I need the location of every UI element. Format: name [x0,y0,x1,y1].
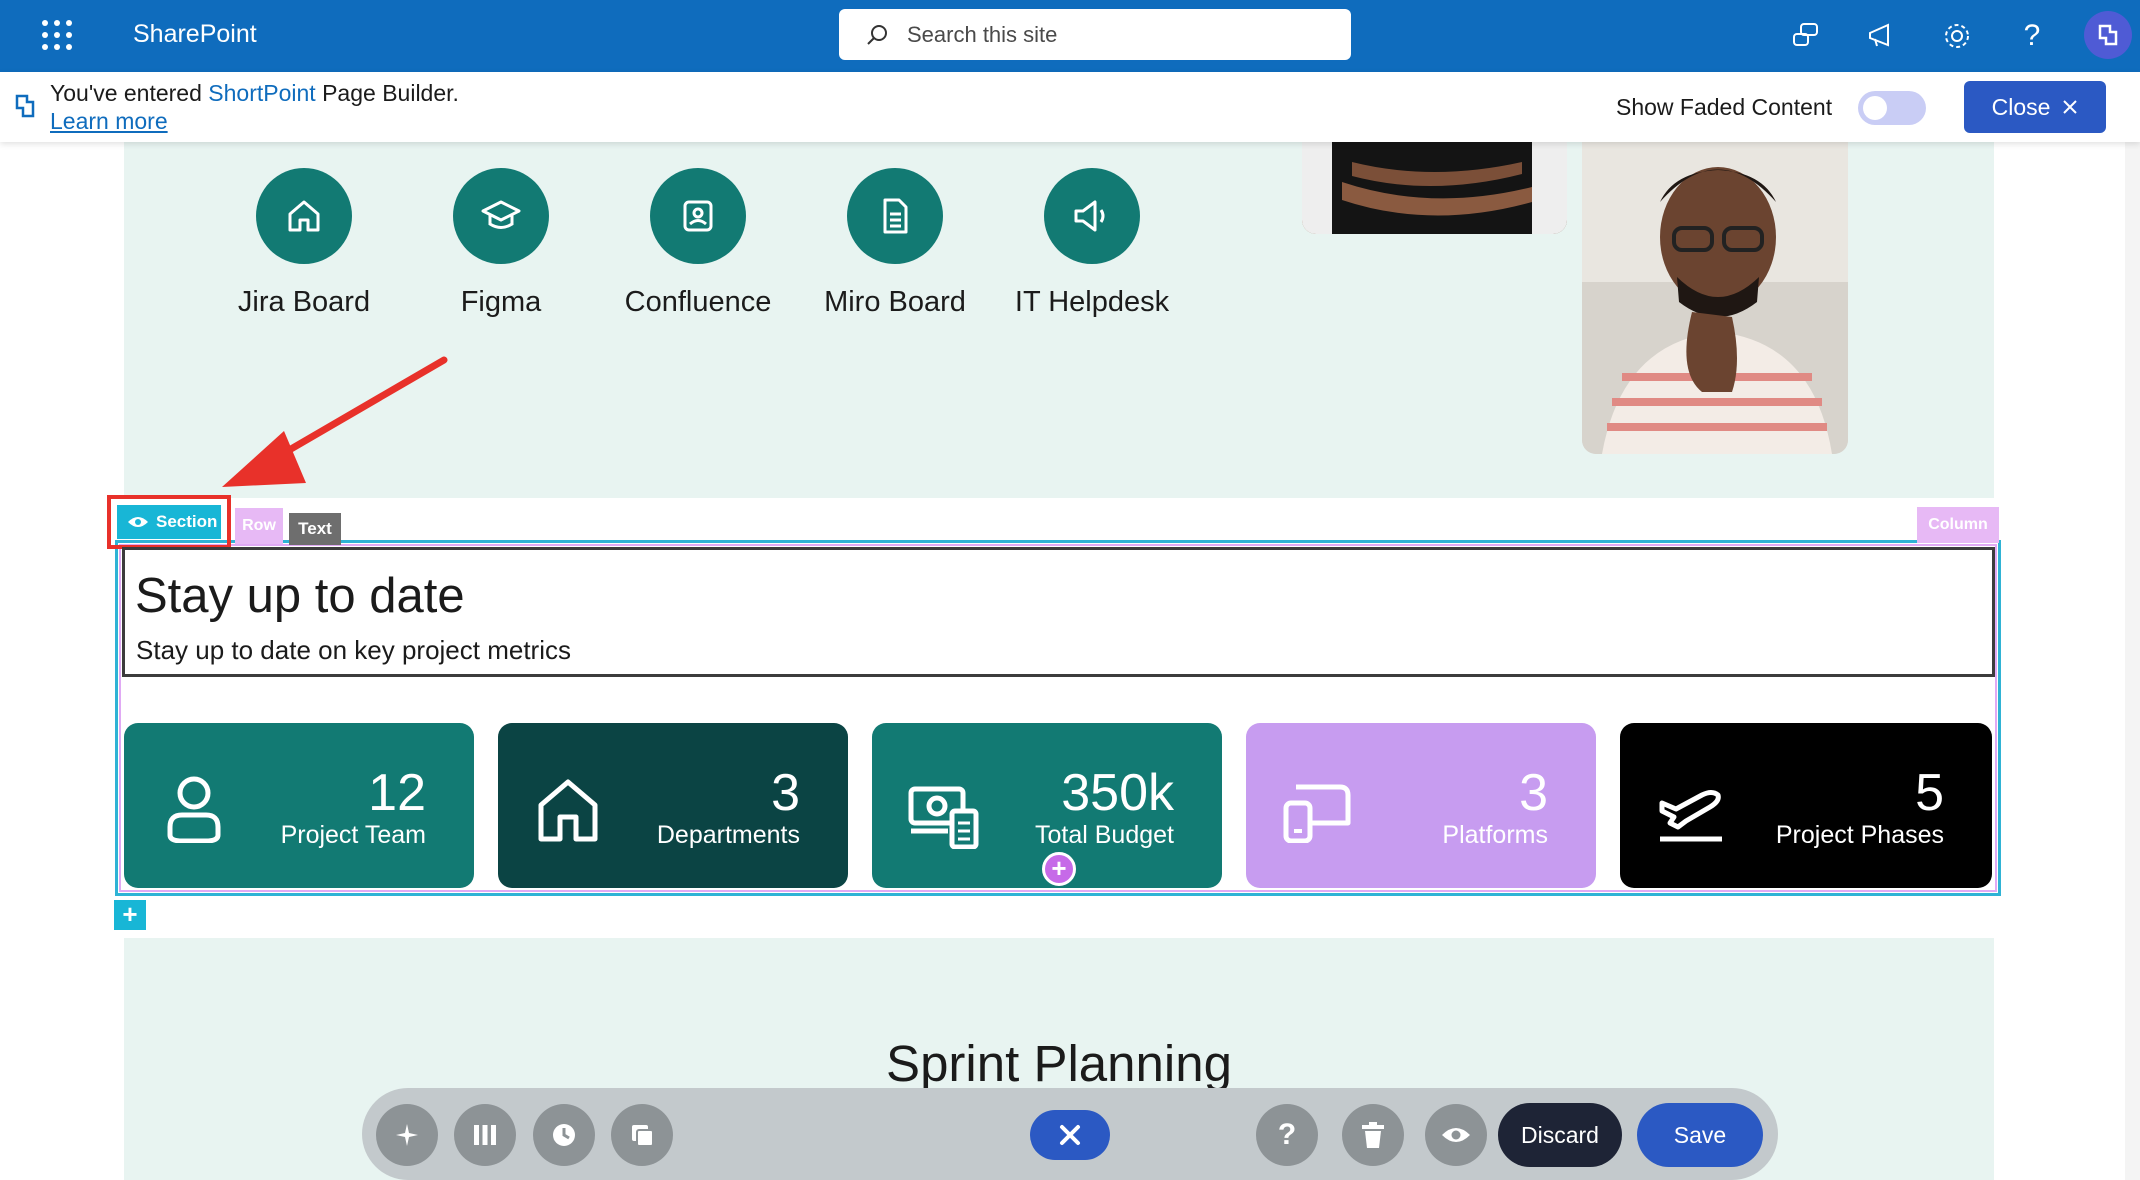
close-icon [1060,1125,1080,1145]
section-subtext: Stay up to date on key project metrics [136,635,571,665]
quick-link-miro[interactable]: Miro Board [800,168,990,319]
section-heading: Stay up to date [135,569,465,623]
quick-link-confluence[interactable]: Confluence [603,168,793,319]
close-icon [2063,100,2078,114]
exit-builder-button[interactable] [1030,1110,1110,1160]
megaphone-icon [1074,200,1105,232]
copy-icon [632,1125,654,1147]
money-calculator-icon [908,786,979,849]
app-launcher-icon[interactable] [42,20,72,50]
save-button[interactable]: Save [1637,1103,1763,1167]
document-icon [883,198,908,234]
question-icon: ? [1277,1118,1297,1151]
text-element[interactable]: Stay up to date Stay up to date on key p… [122,547,1995,677]
discard-button[interactable]: Discard [1498,1103,1622,1167]
stat-tile-project-team[interactable]: 12 Project Team [124,723,474,888]
settings-gear-icon[interactable] [1939,18,1975,54]
house-icon [538,779,598,842]
eye-icon [1442,1128,1470,1142]
annotation-arrow-icon [222,356,448,487]
search-icon [867,24,887,45]
clock-icon [553,1124,575,1146]
team-photo-man-glasses [1582,142,1848,454]
suite-bar: SharePoint Search this site ? [0,0,2140,72]
page-scrollbar[interactable] [2125,142,2140,1180]
add-element-button[interactable]: + [1042,852,1076,886]
pages-button[interactable] [611,1104,673,1166]
search-placeholder: Search this site [907,21,1058,47]
app-name[interactable]: SharePoint [133,20,257,49]
person-icon [167,776,221,843]
home-icon [288,200,320,232]
id-card-icon [683,200,713,232]
show-faded-content-label: Show Faded Content [1616,94,1833,120]
stat-tile-departments[interactable]: 3 Departments [498,723,848,888]
close-builder-button[interactable]: Close [1964,81,2106,133]
megaphone-icon[interactable] [1863,18,1899,54]
graduation-cap-icon [481,200,521,229]
help-icon[interactable]: ? [2014,18,2050,54]
stat-tile-platforms[interactable]: 3 Platforms [1246,723,1596,888]
chat-icon[interactable] [1788,18,1824,54]
help-button[interactable]: ? [1256,1104,1318,1166]
team-photo-arms-crossed [1302,142,1567,234]
banner-message: You've entered ShortPoint Page Builder. [50,80,459,106]
history-button[interactable] [533,1104,595,1166]
section-tag-highlight[interactable]: Section [107,495,231,549]
page-builder-banner: You've entered ShortPoint Page Builder. … [0,72,2140,142]
shortpoint-logo-icon [15,94,35,118]
devices-icon [1283,784,1351,843]
airplane-icon [1659,790,1722,842]
sparkle-icon [396,1124,418,1146]
text-tag[interactable]: Text [289,513,341,545]
builder-toolbar: ? Discard Save [362,1088,1778,1180]
ai-sparkle-button[interactable] [376,1104,438,1166]
layout-columns-button[interactable] [454,1104,516,1166]
sprint-planning-title: Sprint Planning [886,1035,1232,1092]
delete-button[interactable] [1342,1104,1404,1166]
eye-icon [128,517,148,527]
columns-icon [474,1125,496,1145]
row-tag[interactable]: Row [235,508,283,544]
trash-icon [1362,1122,1384,1148]
learn-more-link[interactable]: Learn more [50,108,168,135]
preview-button[interactable] [1425,1104,1487,1166]
add-section-button[interactable]: + [114,900,146,930]
quick-link-jira[interactable]: Jira Board [209,168,399,319]
quick-link-figma[interactable]: Figma [406,168,596,319]
column-tag[interactable]: Column [1917,507,1999,543]
search-box[interactable]: Search this site [839,9,1351,60]
show-faded-content-toggle[interactable] [1858,91,1926,125]
stat-tile-project-phases[interactable]: 5 Project Phases [1620,723,1992,888]
quick-link-it-helpdesk[interactable]: IT Helpdesk [997,168,1187,319]
shortpoint-avatar-icon[interactable] [2084,11,2132,59]
